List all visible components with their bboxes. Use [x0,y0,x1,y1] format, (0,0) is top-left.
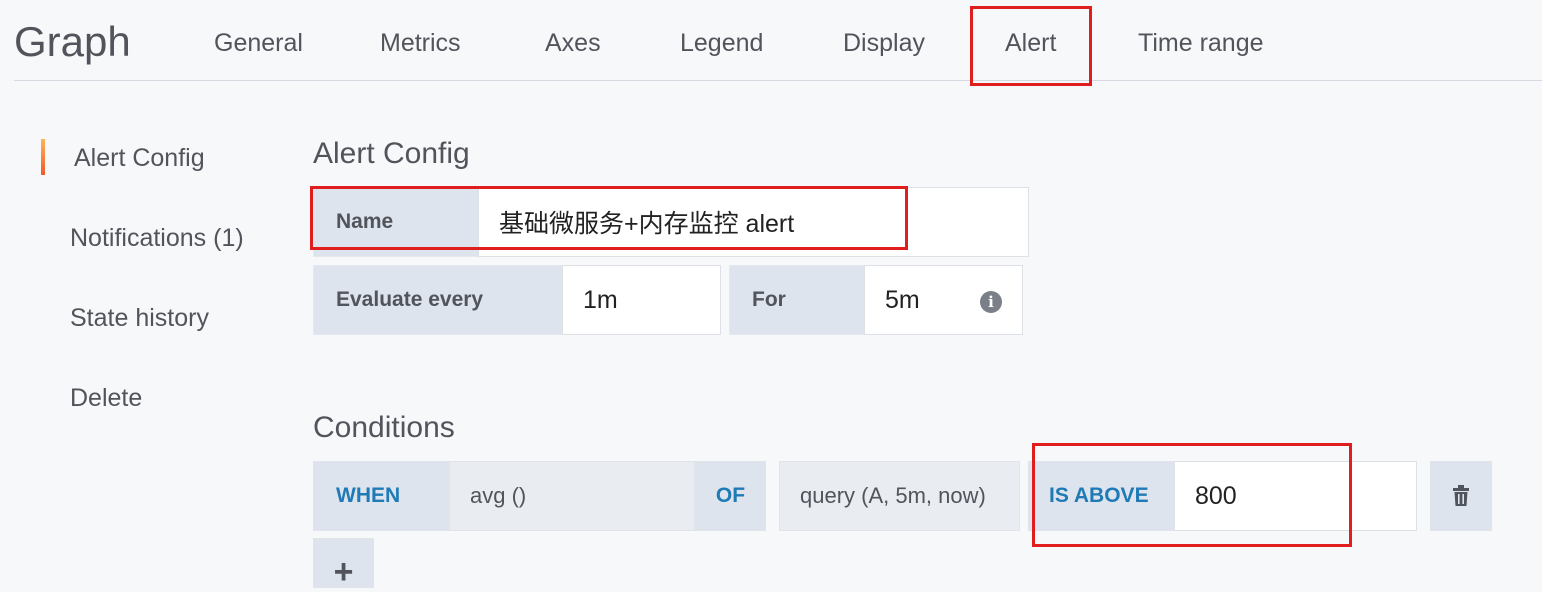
of-keyword: OF [715,484,746,507]
panel-title: Graph [14,18,131,65]
evaluator-keyword: IS ABOVE [1049,484,1149,507]
tab-legend[interactable]: Legend [680,28,763,58]
tab-alert[interactable]: Alert [1005,28,1056,58]
nav-item-notifications[interactable]: Notifications (1) [70,223,244,253]
header-divider [14,80,1542,81]
name-label: Name [313,187,479,257]
query-select[interactable]: query (A, 5m, now) [779,461,1020,531]
nav-item-alert-config[interactable]: Alert Config [74,143,205,173]
tab-axes[interactable]: Axes [545,28,601,58]
reducer-select[interactable]: avg () [449,461,695,531]
delete-condition-button[interactable] [1430,461,1492,531]
evaluate-every-label: Evaluate every [313,265,563,335]
nav-active-indicator [41,139,45,175]
of-label: OF [695,461,766,531]
tab-general[interactable]: General [214,28,303,58]
for-label: For [729,265,865,335]
threshold-input[interactable]: 800 [1174,461,1417,531]
nav-item-state-history[interactable]: State history [70,303,209,333]
info-circle-icon[interactable]: i [980,291,1002,313]
add-condition-button[interactable]: + [313,538,374,591]
when-label: WHEN [313,461,449,531]
evaluator-select[interactable]: IS ABOVE [1028,461,1174,531]
trash-icon [1453,485,1469,506]
tab-time-range[interactable]: Time range [1138,28,1264,58]
evaluate-every-input[interactable]: 1m [562,265,721,335]
nav-item-delete[interactable]: Delete [70,383,142,413]
tab-display[interactable]: Display [843,28,925,58]
tab-metrics[interactable]: Metrics [380,28,461,58]
when-keyword: WHEN [336,484,401,507]
conditions-title: Conditions [313,411,455,444]
alert-config-title: Alert Config [313,137,470,170]
alert-name-input[interactable]: 基础微服务+内存监控 alert [478,187,1029,257]
